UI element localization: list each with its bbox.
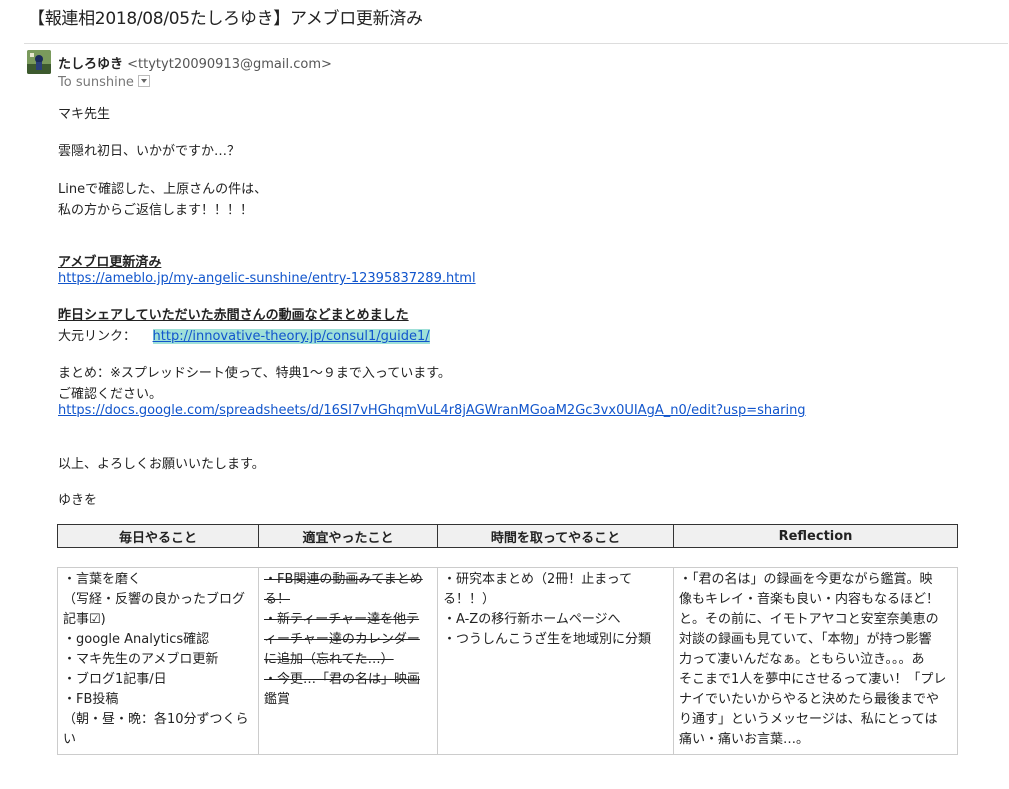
dedicated-item: る！！） bbox=[443, 592, 496, 607]
task-header-table: 毎日やること 適宜やったこと 時間を取ってやること Reflection bbox=[57, 524, 958, 548]
occasional-item-done: ・新ティーチャー達を他テ bbox=[264, 612, 420, 627]
dedicated-item: ・つうしんこうざ生を地域別に分類 bbox=[443, 632, 652, 647]
daily-item: ・google Analytics確認 bbox=[63, 632, 210, 647]
daily-item: ・FB投稿 bbox=[63, 692, 119, 707]
reflection-line: 像もキレイ・音楽も良い・内容もなるほど！ bbox=[679, 592, 940, 607]
task-content-table: ・言葉を磨く （写経・反響の良かったブログ 記事☑) ・google Analy… bbox=[57, 567, 958, 755]
occasional-item-done: ・今更…「君の名は」映画 bbox=[264, 672, 421, 687]
ameblo-link[interactable]: https://ameblo.jp/my-angelic-sunshine/en… bbox=[58, 271, 476, 286]
reflection-line: と。その前に、イモトアヤコと安室奈美恵の bbox=[679, 612, 939, 627]
reflection-line: ・「君の名は」の録画を今更ながら鑑賞。映 bbox=[679, 572, 933, 587]
sender-avatar[interactable] bbox=[27, 50, 51, 74]
source-line: 大元リンク： http://innovative-theory.jp/consu… bbox=[58, 325, 430, 344]
daily-item: い bbox=[63, 732, 77, 747]
daily-item: （写経・反響の良かったブログ bbox=[63, 592, 246, 607]
daily-item: （朝・昼・晩：各10分ずつくら bbox=[63, 712, 249, 727]
header-occasional: 適宜やったこと bbox=[258, 524, 438, 548]
occasional-item-done: ・FB関連の動画みてまとめ bbox=[264, 572, 423, 587]
reflection-line: ナイでいたいからやると決めたら最後までや bbox=[679, 692, 940, 707]
occasional-item-done: ィーチャー達のカレンダー bbox=[264, 632, 420, 647]
daily-item: ・言葉を磨く bbox=[63, 572, 142, 587]
cell-occasional: ・FB関連の動画みてまとめ る！ ・新ティーチャー達を他テ ィーチャー達のカレン… bbox=[258, 567, 438, 755]
email-subject: 【報連相2018/08/05たしろゆき】アメブロ更新済み bbox=[28, 9, 423, 29]
dedicated-item: ・研究本まとめ（2冊！止まって bbox=[443, 572, 633, 587]
occasional-item-done: に追加（忘れてた…） bbox=[264, 652, 394, 667]
header-reflection: Reflection bbox=[673, 524, 958, 548]
reflection-line: そこまで1人を夢中にさせるって凄い！「プレ bbox=[679, 672, 947, 687]
sender-email: <ttytyt20090913@gmail.com> bbox=[127, 57, 332, 72]
summary-line-a: まとめ：※スプレッドシート使って、特典1～９まで入っています。 bbox=[58, 366, 451, 381]
cell-daily: ・言葉を磨く （写経・反響の良かったブログ 記事☑) ・google Analy… bbox=[57, 567, 259, 755]
occasional-item: 鑑賞 bbox=[264, 692, 291, 707]
reflection-line: 痛い・痛いお言葉…。 bbox=[679, 732, 810, 747]
reflection-line: 対談の録画も見ていて、「本物」が持つ影響 bbox=[679, 632, 932, 647]
source-link[interactable]: http://innovative-theory.jp/consul1/guid… bbox=[152, 329, 430, 344]
ameblo-link-line: https://ameblo.jp/my-angelic-sunshine/en… bbox=[58, 271, 476, 286]
daily-item: ・マキ先生のアメブロ更新 bbox=[63, 652, 219, 667]
recipient-details-dropdown-icon[interactable] bbox=[137, 75, 150, 87]
body-line-2b: 私の方からご返信します！！！！ bbox=[58, 203, 254, 218]
header-dedicated: 時間を取ってやること bbox=[437, 524, 674, 548]
header-daily: 毎日やること bbox=[57, 524, 259, 548]
body-line-1: 雲隠れ初日、いかがですか…？ bbox=[58, 144, 241, 159]
cell-dedicated: ・研究本まとめ（2冊！止まって る！！） ・A-Zの移行新ホームページへ ・つう… bbox=[437, 567, 674, 755]
closing-line: 以上、よろしくお願いいたします。 bbox=[58, 457, 265, 472]
reflection-line: 力って凄いんだなぁ。ともらい泣き。。。あ bbox=[679, 652, 925, 667]
sender-line: たしろゆき <ttytyt20090913@gmail.com> bbox=[58, 53, 332, 72]
source-label: 大元リンク： bbox=[58, 329, 137, 344]
sender-name[interactable]: たしろゆき bbox=[58, 57, 123, 72]
body-line-2a: Lineで確認した、上原さんの件は、 bbox=[58, 182, 268, 197]
signature: ゆきを bbox=[58, 493, 98, 508]
dedicated-item: ・A-Zの移行新ホームページへ bbox=[443, 612, 621, 627]
daily-item: ・ブログ1記事/日 bbox=[63, 672, 167, 687]
daily-item: 記事☑) bbox=[63, 612, 106, 627]
ameblo-heading: アメブロ更新済み bbox=[58, 255, 162, 270]
reflection-line: り通す」というメッセージは、私にとっては bbox=[679, 712, 938, 727]
video-heading: 昨日シェアしていただいた赤間さんの動画などまとめました bbox=[58, 308, 409, 323]
sheet-link-line: https://docs.google.com/spreadsheets/d/1… bbox=[58, 403, 806, 418]
occasional-item-done: る！ bbox=[264, 592, 291, 607]
summary-line-b: ご確認ください。 bbox=[58, 387, 163, 402]
recipient-line: To sunshine bbox=[58, 75, 150, 90]
recipient-label: To sunshine bbox=[58, 75, 134, 90]
cell-reflection: ・「君の名は」の録画を今更ながら鑑賞。映 像もキレイ・音楽も良い・内容もなるほど… bbox=[673, 567, 958, 755]
greeting: マキ先生 bbox=[58, 107, 111, 122]
spreadsheet-link[interactable]: https://docs.google.com/spreadsheets/d/1… bbox=[58, 403, 806, 418]
header-divider bbox=[24, 43, 1008, 44]
